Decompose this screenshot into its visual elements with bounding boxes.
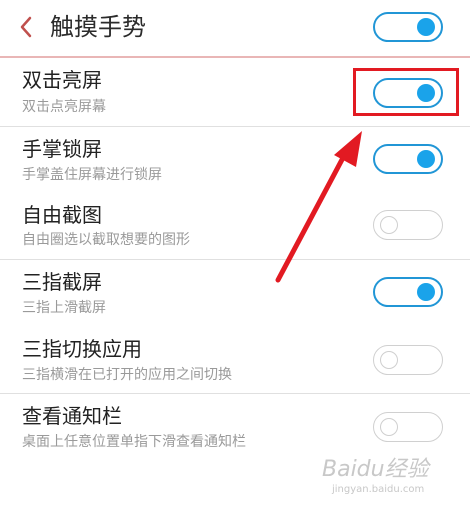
item-title: 手掌锁屏 bbox=[22, 137, 102, 161]
item-subtitle: 三指上滑截屏 bbox=[22, 300, 106, 316]
toggle-knob bbox=[380, 351, 398, 369]
watermark: Baidu经验 jingyan.baidu.com bbox=[322, 458, 462, 498]
toggle-knob bbox=[380, 418, 398, 436]
list-item-three-finger-switch: 三指切换应用 三指横滑在已打开的应用之间切换 bbox=[0, 327, 470, 393]
watermark-logo: Baidu经验 bbox=[322, 457, 429, 482]
back-chevron-icon[interactable] bbox=[16, 12, 36, 42]
page-title: 触摸手势 bbox=[50, 13, 146, 41]
item-title: 三指切换应用 bbox=[22, 337, 142, 361]
header-bar: 触摸手势 bbox=[0, 0, 470, 58]
item-subtitle: 桌面上任意位置单指下滑查看通知栏 bbox=[22, 434, 246, 450]
item-title: 查看通知栏 bbox=[22, 404, 122, 428]
item-title: 自由截图 bbox=[22, 203, 102, 227]
three-finger-screenshot-toggle[interactable] bbox=[373, 277, 443, 307]
item-subtitle: 自由圈选以截取想要的图形 bbox=[22, 232, 190, 248]
watermark-url: jingyan.baidu.com bbox=[332, 484, 425, 495]
item-title: 三指截屏 bbox=[22, 270, 102, 294]
item-subtitle: 三指横滑在已打开的应用之间切换 bbox=[22, 367, 232, 383]
master-toggle[interactable] bbox=[373, 12, 443, 42]
list-item-free-screenshot: 自由截图 自由圈选以截取想要的图形 bbox=[0, 193, 470, 259]
toggle-knob bbox=[417, 283, 435, 301]
item-subtitle: 双击点亮屏幕 bbox=[22, 99, 106, 115]
list-item-palm-lock: 手掌锁屏 手掌盖住屏幕进行锁屏 bbox=[0, 127, 470, 192]
palm-lock-toggle[interactable] bbox=[373, 144, 443, 174]
three-finger-switch-toggle[interactable] bbox=[373, 345, 443, 375]
list-item-three-finger-screenshot: 三指截屏 三指上滑截屏 bbox=[0, 260, 470, 326]
view-notifications-toggle[interactable] bbox=[373, 412, 443, 442]
item-title: 双击亮屏 bbox=[22, 68, 102, 92]
list-item-view-notifications: 查看通知栏 桌面上任意位置单指下滑查看通知栏 bbox=[0, 394, 470, 460]
toggle-knob bbox=[380, 216, 398, 234]
toggle-knob bbox=[417, 150, 435, 168]
toggle-knob bbox=[417, 18, 435, 36]
free-screenshot-toggle[interactable] bbox=[373, 210, 443, 240]
highlight-box bbox=[353, 68, 459, 116]
item-subtitle: 手掌盖住屏幕进行锁屏 bbox=[22, 167, 162, 183]
